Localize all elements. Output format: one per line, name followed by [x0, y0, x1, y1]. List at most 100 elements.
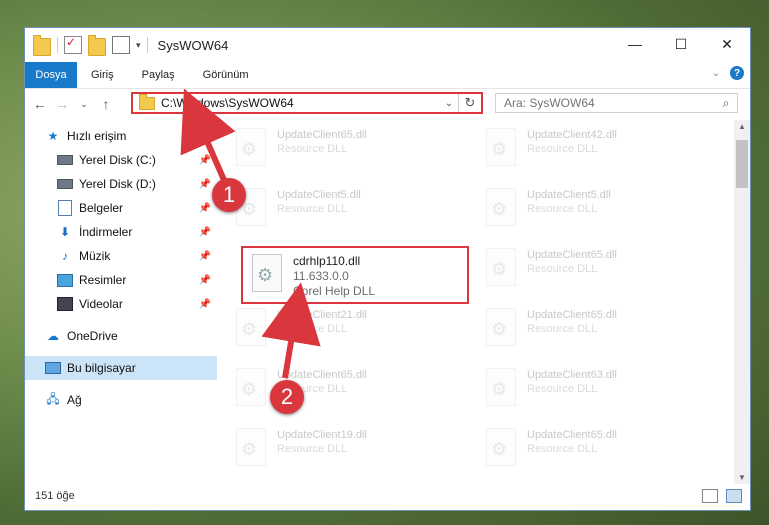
- pin-icon: 📌: [198, 250, 211, 262]
- new-folder-icon[interactable]: [88, 35, 106, 56]
- file-type: Resource DLL: [277, 443, 348, 455]
- sidebar-item-label: Videolar: [79, 297, 123, 311]
- file-type: Resource DLL: [277, 143, 348, 155]
- file-item[interactable]: UpdateClient65.dllResource DLL: [483, 246, 713, 296]
- file-type: Resource DLL: [527, 263, 598, 275]
- details-view-icon[interactable]: [702, 489, 718, 503]
- highlighted-file-item[interactable]: cdrhlp110.dll 11.633.0.0 Corel Help DLL: [241, 246, 469, 304]
- drive-icon: [57, 177, 73, 191]
- scroll-thumb[interactable]: [736, 140, 748, 188]
- file-item[interactable]: UpdateClient65.dll Resource DLL: [233, 126, 463, 176]
- pc-icon: [45, 361, 61, 375]
- recent-locations-icon[interactable]: ⌄: [73, 99, 95, 110]
- callout-badge-1: 1: [212, 178, 246, 212]
- file-name: UpdateClient5.dll: [277, 189, 361, 201]
- address-path[interactable]: C:\Windows\SysWOW64: [161, 96, 440, 110]
- folder-icon: [33, 35, 51, 56]
- search-input[interactable]: [496, 95, 715, 111]
- pin-icon: 📌: [198, 178, 211, 190]
- dll-file-icon: [249, 252, 283, 292]
- help-icon[interactable]: ?: [730, 66, 744, 80]
- sidebar-item-music[interactable]: ♪ Müzik 📌: [25, 244, 217, 268]
- sidebar-item-documents[interactable]: Belgeler 📌: [25, 196, 217, 220]
- sidebar-item-pictures[interactable]: Resimler 📌: [25, 268, 217, 292]
- drive-icon: [57, 153, 73, 167]
- dll-file-icon: [483, 366, 517, 406]
- star-icon: ★: [47, 129, 59, 143]
- scroll-up-icon[interactable]: ▲: [734, 122, 750, 131]
- vertical-scrollbar[interactable]: ▲ ▼: [734, 120, 750, 484]
- up-arrow-icon[interactable]: ↑: [95, 96, 117, 112]
- dll-file-icon: [483, 246, 517, 286]
- tab-home[interactable]: Giriş: [77, 62, 128, 88]
- dll-file-icon: [483, 426, 517, 466]
- file-name: UpdateClient5.dll: [527, 189, 611, 201]
- music-icon: ♪: [62, 249, 68, 263]
- file-item[interactable]: UpdateClient5.dll Resource DLL: [483, 186, 713, 236]
- file-type: Corel Help DLL: [293, 284, 376, 298]
- toolbar-divider: [146, 37, 148, 53]
- dll-file-icon: [483, 126, 517, 166]
- file-type: Resource DLL: [277, 323, 348, 335]
- sidebar-item-network[interactable]: 🖧 Ağ: [25, 388, 217, 412]
- tab-share[interactable]: Paylaş: [128, 62, 189, 88]
- search-box[interactable]: ⌕: [495, 93, 738, 113]
- chevron-down-icon[interactable]: ▾: [136, 40, 141, 51]
- sidebar-item-downloads[interactable]: ⬇ İndirmeler 📌: [25, 220, 217, 244]
- file-item[interactable]: UpdateClient42.dll Resource DLL: [483, 126, 713, 176]
- file-name: cdrhlp110.dll: [293, 254, 361, 268]
- sidebar-item-disk-c[interactable]: Yerel Disk (C:) 📌: [25, 148, 217, 172]
- file-name: UpdateClient42.dll: [527, 129, 617, 141]
- maximize-button[interactable]: ☐: [658, 28, 704, 60]
- file-item[interactable]: UpdateClient65.dllResource DLL: [483, 426, 713, 476]
- dll-file-icon: [233, 366, 267, 406]
- chevron-down-icon[interactable]: ⌄: [440, 98, 458, 109]
- file-name: UpdateClient65.dll: [277, 129, 367, 141]
- file-item[interactable]: UpdateClient5.dll Resource DLL: [233, 186, 463, 236]
- sidebar-item-label: Hızlı erişim: [67, 129, 127, 143]
- minimize-button[interactable]: —: [612, 28, 658, 60]
- sidebar-item-onedrive[interactable]: ☁ OneDrive: [25, 324, 217, 348]
- window-controls: — ☐ ✕: [612, 28, 750, 60]
- ribbon-right: ⌄ ?: [712, 66, 744, 80]
- file-type: Resource DLL: [527, 203, 598, 215]
- pin-icon: 📌: [198, 298, 211, 310]
- tab-view[interactable]: Görünüm: [189, 62, 263, 88]
- navigation-bar: ← → ⌄ ↑ C:\Windows\SysWOW64 ⌄ ↻ ⌕: [25, 89, 750, 119]
- pin-icon: 📌: [198, 202, 211, 214]
- refresh-icon[interactable]: ↻: [458, 94, 481, 112]
- file-item[interactable]: UpdateClient21.dll Resource DLL: [233, 306, 463, 356]
- back-arrow-icon[interactable]: ←: [29, 96, 51, 112]
- dll-file-icon: [233, 126, 267, 166]
- cloud-icon: ☁: [47, 329, 59, 343]
- expand-ribbon-icon[interactable]: ⌄: [712, 68, 720, 79]
- file-item[interactable]: UpdateClient65.dllResource DLL: [483, 306, 713, 356]
- file-name: UpdateClient65.dll: [527, 309, 617, 321]
- sidebar-item-videos[interactable]: Videolar 📌: [25, 292, 217, 316]
- file-item[interactable]: UpdateClient65.dllResource DLL: [233, 366, 463, 416]
- network-icon: 🖧: [46, 391, 60, 406]
- sidebar-item-this-pc[interactable]: Bu bilgisayar: [25, 356, 217, 380]
- sidebar-item-label: Yerel Disk (D:): [79, 177, 156, 191]
- tab-file[interactable]: Dosya: [25, 62, 77, 88]
- tiles-view-icon[interactable]: [726, 489, 742, 503]
- sidebar-item-quick-access[interactable]: ★ Hızlı erişim: [25, 124, 217, 148]
- scroll-down-icon[interactable]: ▼: [734, 473, 750, 482]
- file-name: UpdateClient19.dll: [277, 429, 367, 441]
- search-icon[interactable]: ⌕: [715, 96, 737, 111]
- customize-toolbar-icon[interactable]: [112, 36, 130, 54]
- file-list: UpdateClient65.dll Resource DLL UpdateCli…: [233, 120, 733, 484]
- explorer-window: ▾ SysWOW64 — ☐ ✕ Dosya Giriş Paylaş Görü…: [24, 27, 751, 511]
- videos-icon: [57, 297, 73, 311]
- window-title: SysWOW64: [157, 37, 229, 53]
- properties-check-icon[interactable]: [64, 35, 82, 54]
- sidebar-item-label: Bu bilgisayar: [67, 361, 136, 375]
- close-button[interactable]: ✕: [704, 28, 750, 60]
- forward-arrow-icon[interactable]: →: [51, 96, 73, 112]
- dll-file-icon: [483, 306, 517, 346]
- file-item[interactable]: UpdateClient63.dll Resource DLL: [483, 366, 713, 416]
- sidebar-item-disk-d[interactable]: Yerel Disk (D:) 📌: [25, 172, 217, 196]
- dll-file-icon: [233, 306, 267, 346]
- address-bar[interactable]: C:\Windows\SysWOW64 ⌄ ↻: [131, 92, 483, 114]
- file-item[interactable]: UpdateClient19.dll Resource DLL: [233, 426, 463, 476]
